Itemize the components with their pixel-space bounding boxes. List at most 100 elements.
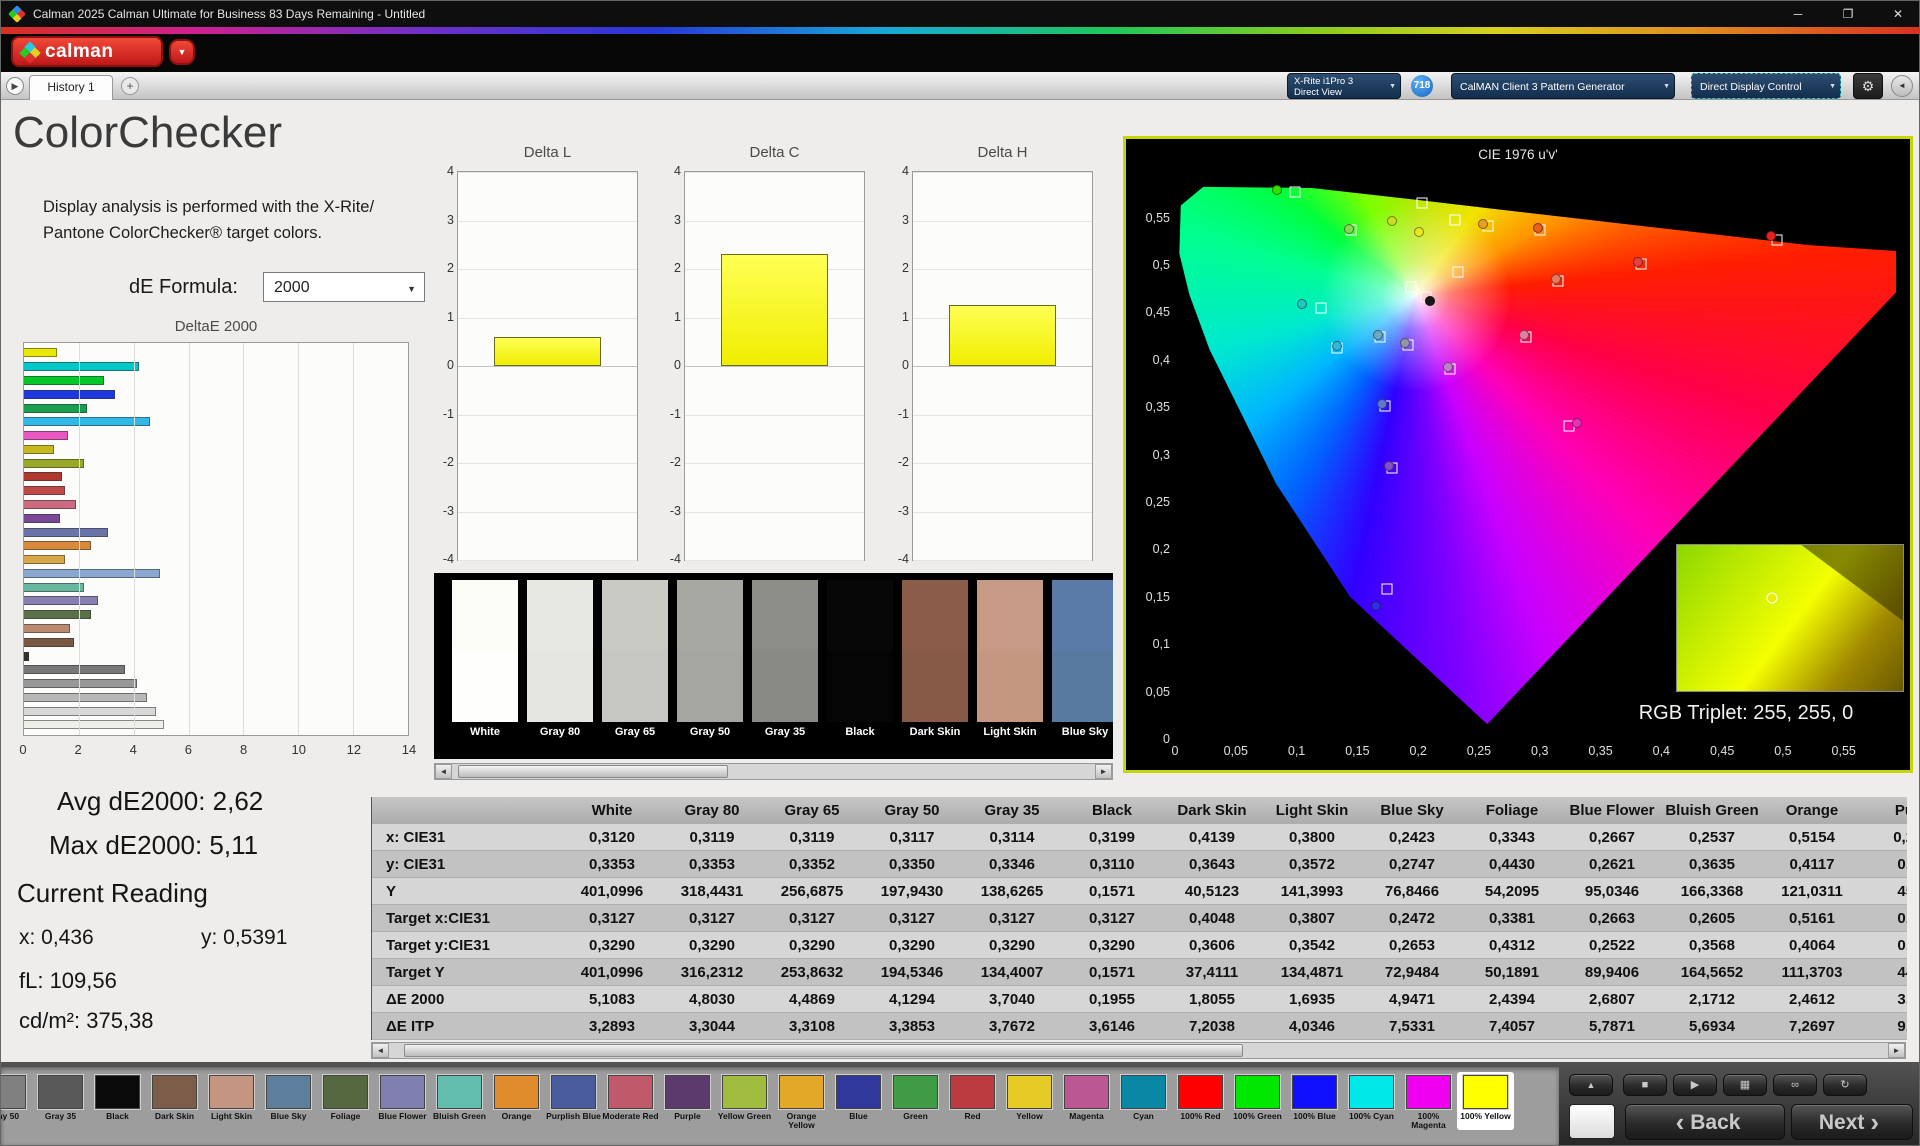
- scroll-thumb[interactable]: [458, 765, 728, 778]
- minimize-button[interactable]: ─: [1775, 1, 1821, 27]
- patch-select-item[interactable]: Purplish Blue: [545, 1072, 602, 1130]
- value-cell: 89,9406: [1562, 959, 1662, 985]
- patch-select-item[interactable]: Black: [89, 1072, 146, 1130]
- scroll-thumb[interactable]: [404, 1044, 1243, 1057]
- patch-swatch[interactable]: Blue Sky: [1052, 580, 1113, 738]
- patch-color-block: [1121, 1075, 1166, 1109]
- next-button[interactable]: Next›: [1791, 1104, 1913, 1140]
- add-tab-button[interactable]: +: [121, 77, 139, 95]
- patch-color-block: [893, 1075, 938, 1109]
- measurement-dot-icon: [1297, 299, 1307, 309]
- back-button[interactable]: ‹Back: [1625, 1104, 1785, 1140]
- scroll-right-button[interactable]: ►: [1095, 764, 1112, 779]
- scroll-track[interactable]: [452, 764, 1095, 779]
- patch-select-label: Green: [887, 1112, 944, 1121]
- main-menu-button[interactable]: ▼: [169, 39, 195, 65]
- patch-select-item[interactable]: Yellow: [1001, 1072, 1058, 1130]
- cie-x-tick-label: 0,15: [1337, 744, 1377, 758]
- patch-select-item[interactable]: Blue Sky: [260, 1072, 317, 1130]
- patch-swatch[interactable]: Gray 80: [527, 580, 593, 738]
- patch-select-item[interactable]: 100% Green: [1229, 1072, 1286, 1130]
- scroll-track[interactable]: [389, 1043, 1888, 1058]
- gridline: [913, 366, 1092, 367]
- patch-select-item[interactable]: Cyan: [1115, 1072, 1172, 1130]
- patch-compare-panel: Actual Target WhiteGray 80Gray 65Gray 50…: [434, 573, 1113, 759]
- target-marker-icon: [1316, 303, 1327, 314]
- patch-select-item[interactable]: Gray 50: [1, 1072, 32, 1130]
- save-icon[interactable]: ▦: [1723, 1074, 1767, 1096]
- pattern-generator-dropdown[interactable]: CalMAN Client 3 Pattern Generator ▼: [1451, 73, 1675, 99]
- value-cell: 0,2663: [1562, 905, 1662, 931]
- value-cell: 76,8466: [1362, 878, 1462, 904]
- stop-icon[interactable]: ■: [1623, 1074, 1667, 1096]
- patch-swatch[interactable]: Light Skin: [977, 580, 1043, 738]
- loop-infinite-icon[interactable]: ∞: [1773, 1074, 1817, 1096]
- patch-select-item[interactable]: 100% Blue: [1286, 1072, 1343, 1130]
- patch-select-item[interactable]: Dark Skin: [146, 1072, 203, 1130]
- patch-swatch[interactable]: Gray 35: [752, 580, 818, 738]
- cie-x-tick-label: 0,5: [1763, 744, 1803, 758]
- patch-swatch[interactable]: White: [452, 580, 518, 738]
- refresh-icon[interactable]: ↻: [1823, 1074, 1867, 1096]
- measurement-dot-icon: [1377, 399, 1387, 409]
- deltae-bar: [24, 541, 91, 550]
- collapse-strip-button[interactable]: ▲: [1569, 1074, 1613, 1096]
- cie-1976-panel: CIE 1976 u'v' 0,550,50,450,40,350,30,250…: [1123, 136, 1913, 773]
- patch-swatch[interactable]: Gray 50: [677, 580, 743, 738]
- patch-select-item[interactable]: 100% Magenta: [1400, 1072, 1457, 1130]
- meter-count-badge: 718: [1411, 75, 1433, 97]
- patch-swatch[interactable]: Black: [827, 580, 893, 738]
- patch-select-item[interactable]: Yellow Green: [716, 1072, 773, 1130]
- de-formula-dropdown[interactable]: 2000 ▼: [263, 272, 425, 302]
- maximize-button[interactable]: ❐: [1825, 1, 1871, 27]
- table-header-cell: Gray 50: [862, 797, 962, 823]
- gear-icon[interactable]: ⚙: [1853, 73, 1883, 99]
- patch-select-item[interactable]: Blue Flower: [374, 1072, 431, 1130]
- gridline: [458, 318, 637, 319]
- display-control-dropdown[interactable]: Direct Display Control ▼: [1691, 73, 1841, 99]
- calman-wordmark: calman: [45, 41, 113, 63]
- patch-select-item[interactable]: 100% Yellow: [1457, 1072, 1514, 1130]
- table-header-cell: Foliage: [1462, 797, 1562, 823]
- value-cell: 0,3127: [662, 905, 762, 931]
- pattern-window-button[interactable]: [1569, 1104, 1615, 1139]
- scroll-left-button[interactable]: ◄: [372, 1043, 389, 1058]
- patch-select-item[interactable]: Orange: [488, 1072, 545, 1130]
- table-scrollbar[interactable]: ◄►: [371, 1042, 1906, 1059]
- value-cell: 0,3353: [662, 851, 762, 877]
- patch-select-item[interactable]: Moderate Red: [602, 1072, 659, 1130]
- patch-select-item[interactable]: Blue: [830, 1072, 887, 1130]
- patch-select-item[interactable]: Orange Yellow: [773, 1072, 830, 1130]
- patch-select-label: Gray 50: [1, 1112, 32, 1121]
- patch-select-item[interactable]: Foliage: [317, 1072, 374, 1130]
- deltae-bars: [24, 343, 408, 735]
- patch-swatch[interactable]: Dark Skin: [902, 580, 968, 738]
- value-cell: 1,6935: [1262, 986, 1362, 1012]
- patch-select-item[interactable]: Purple: [659, 1072, 716, 1130]
- patch-select-item[interactable]: Light Skin: [203, 1072, 260, 1130]
- patch-select-item[interactable]: Green: [887, 1072, 944, 1130]
- table-header-cell: Gray 65: [762, 797, 862, 823]
- patch-select-item[interactable]: Gray 35: [32, 1072, 89, 1130]
- page-title: ColorChecker: [13, 108, 282, 158]
- patch-select-item[interactable]: 100% Cyan: [1343, 1072, 1400, 1130]
- patch-select-item[interactable]: 100% Red: [1172, 1072, 1229, 1130]
- patch-color-block: [266, 1075, 311, 1109]
- tab-history-1[interactable]: History 1: [29, 75, 113, 100]
- scroll-right-button[interactable]: ►: [1888, 1043, 1905, 1058]
- collapse-panel-button[interactable]: ◄: [1891, 75, 1913, 97]
- meter-dropdown[interactable]: X-Rite i1Pro 3 Direct View ▼: [1287, 73, 1401, 99]
- play-icon[interactable]: ▶: [1673, 1074, 1717, 1096]
- close-button[interactable]: ✕: [1875, 1, 1920, 27]
- patch-color-block: [437, 1075, 482, 1109]
- row-label-cell: Target x:CIE31: [372, 905, 562, 931]
- history-panel-toggle[interactable]: ▶: [6, 77, 24, 95]
- patch-select-item[interactable]: Magenta: [1058, 1072, 1115, 1130]
- patch-swatch[interactable]: Gray 65: [602, 580, 668, 738]
- patch-select-item[interactable]: Red: [944, 1072, 1001, 1130]
- value-cell: 0,3290: [762, 932, 862, 958]
- patch-compare-scrollbar[interactable]: ◄►: [434, 763, 1113, 780]
- value-cell: 2,1712: [1662, 986, 1762, 1012]
- scroll-left-button[interactable]: ◄: [435, 764, 452, 779]
- patch-select-item[interactable]: Bluish Green: [431, 1072, 488, 1130]
